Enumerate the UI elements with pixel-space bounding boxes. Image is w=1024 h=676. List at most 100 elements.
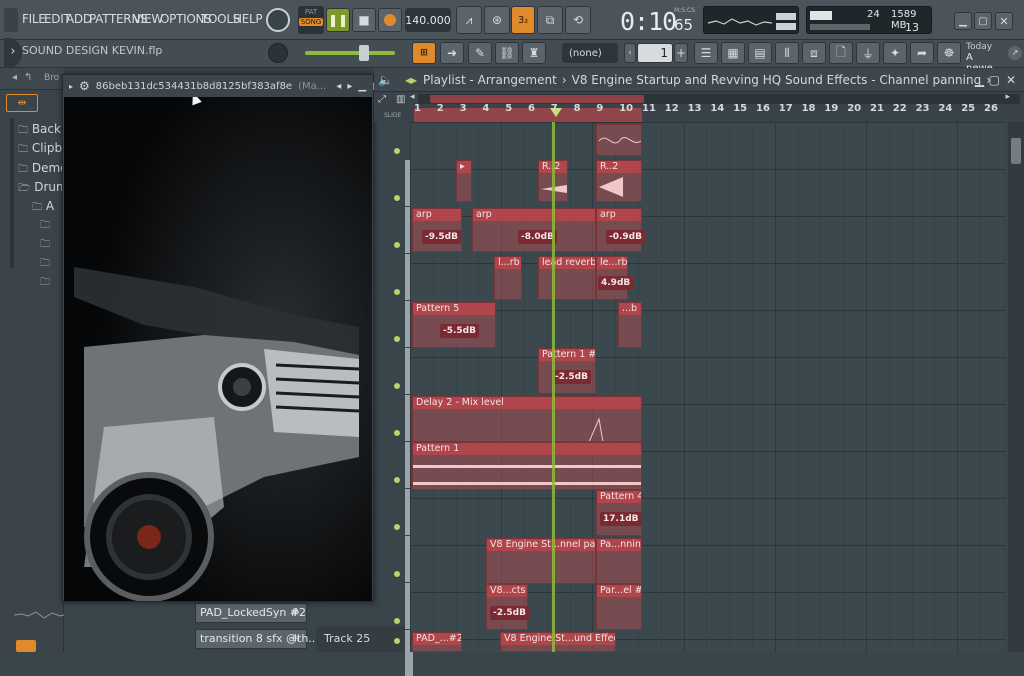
piano-roll-button[interactable]: ▦ [721,42,745,64]
browser-item-sub[interactable]: 🗀 A [32,199,54,217]
blend-notes-button[interactable]: ⧉ [537,6,563,34]
track-mute-led[interactable] [394,289,400,295]
track-mute-led[interactable] [394,430,400,436]
track-mute-led[interactable] [394,524,400,530]
minimize-icon[interactable]: ▁ [975,73,984,87]
scroll-thumb[interactable] [430,95,644,103]
minimize-button[interactable]: ▁ [954,12,972,30]
piano-icon[interactable]: ▥ [396,94,405,105]
master-volume-knob-icon[interactable] [266,8,290,32]
playlist-grid[interactable]: ▸ R..2 R..2 arp -9.5dB arp -8.0dB arp -0… [410,122,1006,652]
video-player-window[interactable]: ▸ ⚙ 86beb131dc534431b8d8125bf383af8e (Ma… [62,74,396,602]
clip-parel-2[interactable]: Par...el #2 [596,584,642,630]
pat-song-switch[interactable]: PAT SONG [298,6,324,34]
track-mute-led[interactable] [394,638,400,644]
clip-pattern-1[interactable]: Pattern 1 [412,442,642,490]
playlist-button[interactable]: ☰ [694,42,718,64]
file-icon[interactable]: 🗀 [40,218,58,237]
browser-pin-icon[interactable]: ◂ [12,72,17,83]
link-tool-button[interactable]: ⛓ [495,42,519,64]
timeline-ruler[interactable]: ⤢ ▥ ◂ ▸ SLIDE 1 2 3 4 5 6 7 8 9 10 11 12 13 14 15 16 17 1… [374,92,1024,122]
playlist-arrow-icon[interactable]: ◂▸ [405,73,417,87]
close-icon[interactable]: ✕ [1006,73,1016,87]
maximize-icon[interactable]: ▢ [989,73,1000,87]
track-mute-led[interactable] [394,477,400,483]
channel-rack-button[interactable]: ▤ [748,42,772,64]
vertical-scrollbar[interactable] [1008,122,1024,652]
main-pitch-knob-icon[interactable] [268,43,288,63]
file-icon[interactable]: 🗀 [40,256,58,275]
help-button[interactable]: ☸ [937,42,961,64]
gear-icon[interactable]: ⚙ [79,79,90,93]
maximize-button[interactable]: ▢ [974,12,992,30]
browser-item-clipboard[interactable]: 🗀 Clipb [18,141,62,159]
clip-delay-automation[interactable]: Delay 2 - Mix level [412,396,642,442]
clip-lrb[interactable]: l...rb [494,256,522,300]
pat-label[interactable]: PAT [298,8,324,16]
browser-scrollbar[interactable] [10,118,14,268]
news-open-icon[interactable]: ↗ [1008,46,1022,60]
render-button[interactable]: ➦ [910,42,934,64]
file-icon[interactable]: 🗀 [40,275,58,294]
scroll-right-icon[interactable]: ▸ [1005,92,1010,102]
menu-file[interactable]: FILE [22,12,46,26]
tempo-display[interactable]: 140.000 [405,8,451,32]
channel-item[interactable]: transition 8 sfx @th... ⁜ [195,629,319,649]
loop-record-button[interactable]: ⟲ [565,6,591,34]
arrow-button[interactable]: ➜ [440,42,464,64]
pattern-number[interactable]: 1 [637,43,673,63]
browser-play-button[interactable] [16,640,36,652]
track-mute-led[interactable] [394,618,400,624]
clip-lead-reverb[interactable]: lead reverb [538,256,596,300]
track-mute-led[interactable] [394,571,400,577]
browser-toggle-icon[interactable]: › [4,38,22,68]
stop-button[interactable]: ■ [352,8,376,32]
scroll-left-icon[interactable]: ◂ [410,92,415,102]
menu-add[interactable]: ADD [66,12,92,26]
speaker-icon[interactable]: 🔈 [378,73,393,87]
channel-item[interactable]: PAD_LockedSyn #2 ⁜ [195,603,307,623]
pattern-prev-button[interactable]: ‹ [624,43,636,63]
draw-mode-icon[interactable]: ⤢ [378,94,386,105]
clip-pattern[interactable]: ▸ [456,160,472,202]
clip-panning[interactable]: Pa...nning [596,538,642,584]
clip-pad-2[interactable]: PAD_...#2 [412,632,462,652]
browser-item-demo[interactable]: 🗀 Demo [18,161,67,179]
pattern-selector[interactable]: (none) [562,43,618,63]
pause-button[interactable]: ❚❚ [326,8,350,32]
browser-item-drum[interactable]: 🗁 Drum [18,180,68,198]
video-window-titlebar[interactable]: ▸ ⚙ 86beb131dc534431b8d8125bf383af8e (Ma… [63,75,396,97]
wait-input-button[interactable]: ⊛ [484,6,510,34]
pattern-add-button[interactable]: + [674,43,688,63]
clip-v8-effects[interactable]: V8 Engine St...und Effects [500,632,616,652]
browser-back-icon[interactable]: ↰ [24,72,32,83]
close-button[interactable]: ✕ [995,12,1013,30]
clip-b[interactable]: ...b [618,302,642,348]
browser-filter-button[interactable]: ⇹ [6,94,38,112]
menu-help[interactable]: HELP [233,12,263,26]
track-mute-led[interactable] [394,148,400,154]
clip-v8-panning[interactable]: V8 Engine St...nnel panning [486,538,596,584]
song-label[interactable]: SONG [299,18,323,26]
clip-r2b[interactable]: R..2 [596,160,642,202]
plugin-picker-button[interactable]: ⧈ [802,42,826,64]
slider-handle[interactable] [359,45,369,61]
mixer-button[interactable]: ⫴ [775,42,799,64]
track-mute-led[interactable] [394,383,400,389]
plugin-db-button[interactable]: ⏚ [856,42,880,64]
chevron-right-icon[interactable]: ▸ [69,82,73,91]
time-display[interactable]: 0:10 M:S:CS 65 [616,4,700,36]
countdown-button[interactable]: 3₂ [511,6,535,34]
track-mute-led[interactable] [394,195,400,201]
project-browser-button[interactable]: 🗋 [829,42,853,64]
touch-controller-button[interactable]: ✦ [883,42,907,64]
menu-view[interactable]: VIEW [133,12,163,26]
browser-item-back[interactable]: 🗀 Back [18,122,61,140]
track-mute-led[interactable] [394,242,400,248]
minimize-icon[interactable]: ▁ [358,81,366,92]
file-icon[interactable]: 🗀 [40,237,58,256]
clip-audio[interactable] [596,124,642,156]
record-button[interactable] [378,8,402,32]
master-volume-slider[interactable] [305,45,395,61]
metronome-button[interactable]: ⩘ [456,6,482,34]
